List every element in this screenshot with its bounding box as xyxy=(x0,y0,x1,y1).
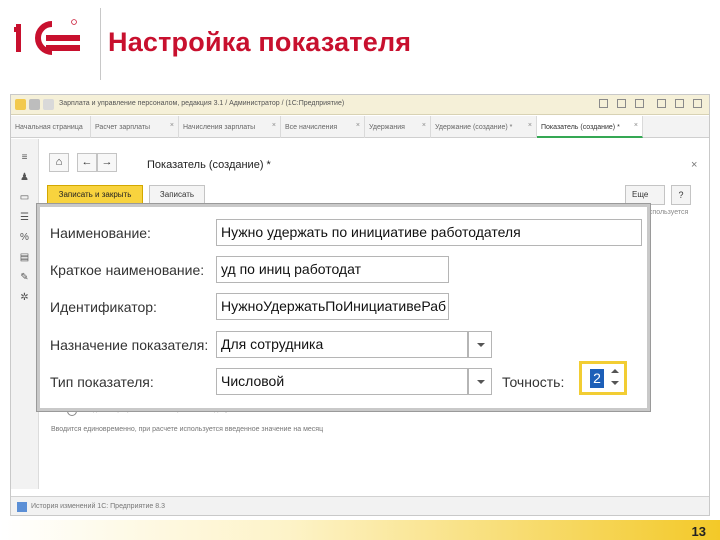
minimize-icon[interactable] xyxy=(599,99,608,108)
close-window-icon[interactable] xyxy=(693,99,702,108)
tab-close-icon[interactable]: × xyxy=(356,122,360,129)
type-select[interactable]: Числовой xyxy=(216,368,468,395)
page-number: 13 xyxy=(691,524,706,539)
chevron-down-icon[interactable] xyxy=(468,368,492,395)
home-icon[interactable]: ⌂ xyxy=(49,153,69,172)
percent-icon[interactable]: % xyxy=(19,233,30,243)
precision-label: Точность: xyxy=(502,374,565,390)
precision-value[interactable]: 2 xyxy=(590,369,604,388)
1c-logo-icon xyxy=(14,19,80,55)
report-icon[interactable]: ▤ xyxy=(19,253,30,263)
arrow-right-icon[interactable]: → xyxy=(97,153,117,172)
wrench-icon[interactable]: ✎ xyxy=(19,273,30,283)
window-titlebar: Зарплата и управление персоналом, редакц… xyxy=(11,95,709,115)
maximize-window-icon[interactable] xyxy=(675,99,684,108)
status-text: История изменений 1С: Предприятие 8.3 xyxy=(31,503,165,510)
save-and-close-button[interactable]: Записать и закрыть xyxy=(47,185,143,205)
purpose-label: Назначение показателя: xyxy=(50,337,209,353)
chevron-down-icon[interactable] xyxy=(468,331,492,358)
short-name-field[interactable]: уд по иниц работодат xyxy=(216,256,449,283)
menu-icon[interactable]: ≡ xyxy=(19,153,30,163)
menu-icon[interactable] xyxy=(29,99,40,110)
window-title: Зарплата и управление персоналом, редакц… xyxy=(59,100,345,107)
more-button[interactable]: Еще xyxy=(625,185,665,205)
slide-title: Настройка показателя xyxy=(108,27,412,57)
tab-all-accruals[interactable]: Все начисления × xyxy=(281,116,365,138)
tab-close-icon[interactable]: × xyxy=(422,122,426,129)
option-description: Вводится единовременно, при расчете испо… xyxy=(51,426,324,433)
tab-payroll[interactable]: Расчет зарплаты × xyxy=(91,116,179,138)
status-bar: История изменений 1С: Предприятие 8.3 xyxy=(11,496,709,515)
zoomed-form-panel: Наименование: Нужно удержать по инициати… xyxy=(37,204,650,411)
tab-close-icon[interactable]: × xyxy=(170,122,174,129)
list-icon[interactable]: ☰ xyxy=(19,213,30,223)
help-button[interactable]: ? xyxy=(671,185,691,205)
tab-close-icon[interactable]: × xyxy=(528,122,532,129)
restore-icon[interactable] xyxy=(617,99,626,108)
app-icon xyxy=(15,99,26,110)
identifier-label: Идентификатор: xyxy=(50,299,157,315)
users-icon[interactable]: ♟ xyxy=(19,173,30,183)
spin-down-icon[interactable] xyxy=(611,381,619,385)
arrow-left-icon[interactable]: ← xyxy=(77,153,97,172)
tab-deductions[interactable]: Удержания × xyxy=(365,116,431,138)
identifier-field[interactable]: НужноУдержатьПоИнициативеРаб xyxy=(216,293,449,320)
tab-close-icon[interactable]: × xyxy=(634,122,638,129)
tab-accruals[interactable]: Начисления зарплаты × xyxy=(179,116,281,138)
history-icon[interactable] xyxy=(17,502,27,512)
side-text: используется xyxy=(645,209,689,216)
history-icon[interactable] xyxy=(43,99,54,110)
tab-bar: Начальная страница Расчет зарплаты × Начи… xyxy=(11,116,709,138)
header-divider xyxy=(100,8,101,80)
form-title: Показатель (создание) * xyxy=(147,159,271,171)
type-label: Тип показателя: xyxy=(50,374,154,390)
name-label: Наименование: xyxy=(50,225,151,241)
info-icon[interactable] xyxy=(635,99,644,108)
gear-icon[interactable]: ✲ xyxy=(19,293,30,303)
precision-stepper[interactable]: 2 xyxy=(579,361,627,395)
sections-panel: ≡ ♟ ▭ ☰ % ▤ ✎ ✲ xyxy=(11,139,39,489)
close-icon[interactable]: × xyxy=(691,159,697,171)
tab-close-icon[interactable]: × xyxy=(272,122,276,129)
tab-deduction-create[interactable]: Удержание (создание) * × xyxy=(431,116,537,138)
minimize-window-icon[interactable] xyxy=(657,99,666,108)
tab-indicator-create[interactable]: Показатель (создание) * × xyxy=(537,116,643,138)
name-field[interactable]: Нужно удержать по инициативе работодател… xyxy=(216,219,642,246)
purpose-select[interactable]: Для сотрудника xyxy=(216,331,468,358)
document-icon[interactable]: ▭ xyxy=(19,193,30,203)
spin-up-icon[interactable] xyxy=(611,369,619,373)
save-button[interactable]: Записать xyxy=(149,185,205,205)
tab-home[interactable]: Начальная страница xyxy=(11,116,91,138)
short-name-label: Краткое наименование: xyxy=(50,262,205,278)
footer-bar xyxy=(0,520,720,540)
